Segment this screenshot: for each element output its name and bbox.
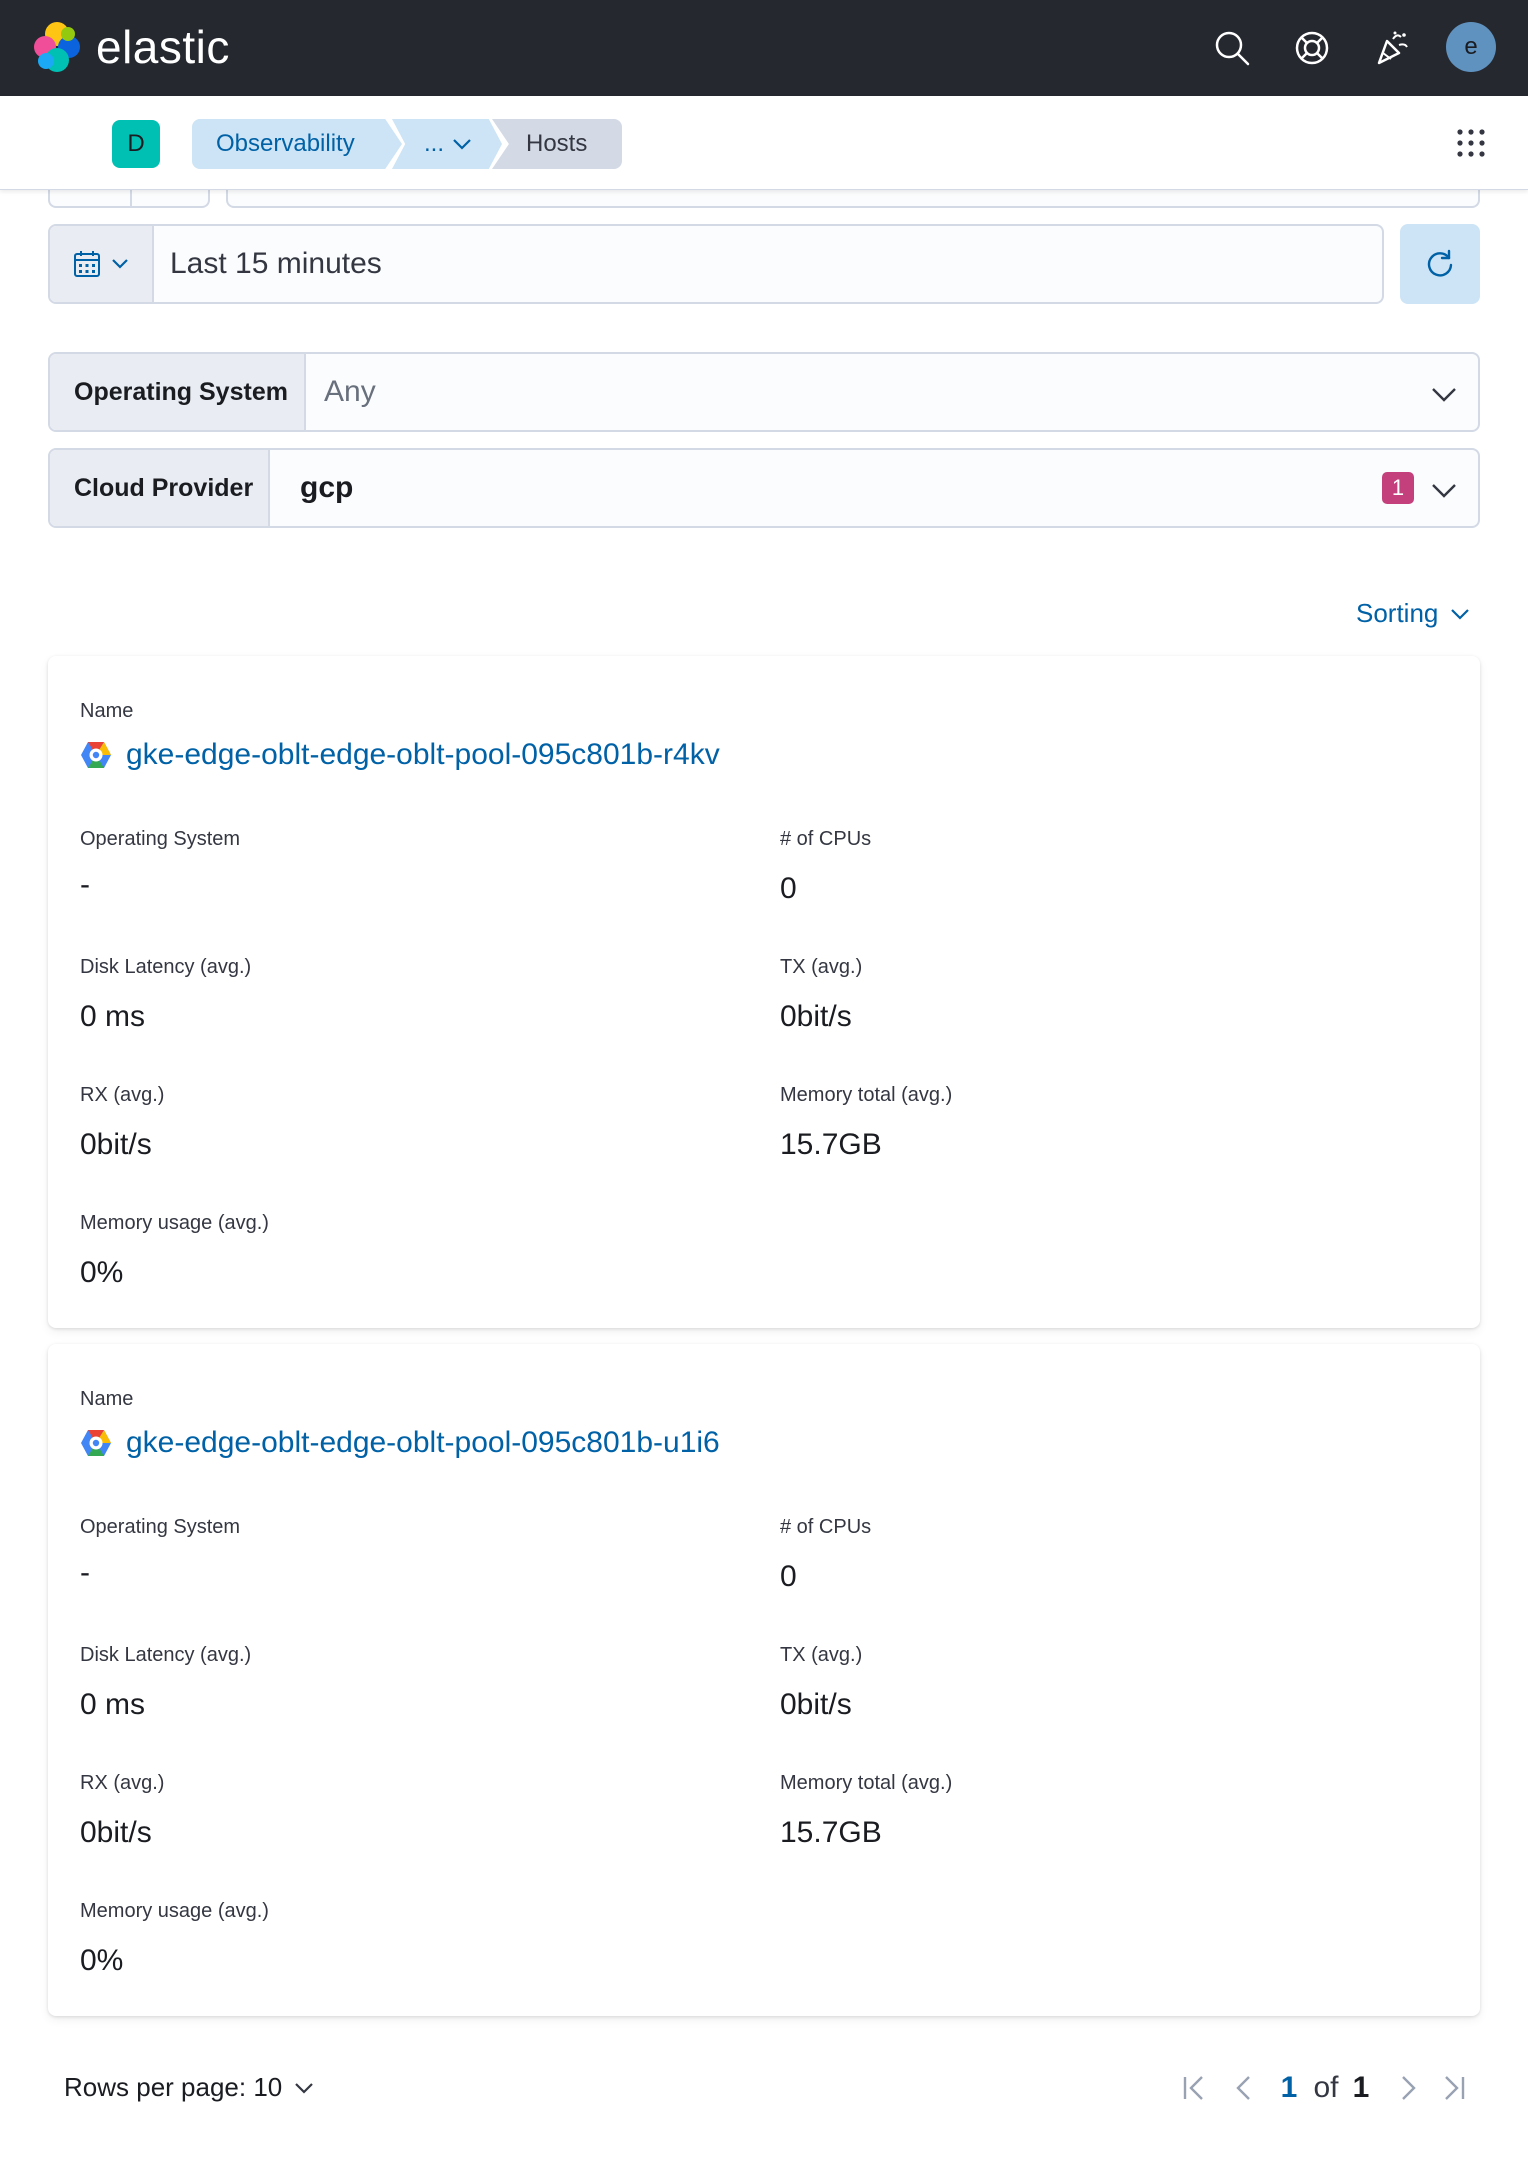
last-page-icon bbox=[1445, 2076, 1465, 2100]
date-range-text[interactable]: Last 15 minutes bbox=[154, 247, 382, 281]
selection-count-badge: 1 bbox=[1382, 472, 1414, 504]
breadcrumb-ellipsis: ... bbox=[424, 130, 445, 157]
memory-total-value: 15.7GB bbox=[780, 1816, 882, 1849]
chevron-down-icon bbox=[453, 139, 471, 150]
app-menu-button[interactable] bbox=[1456, 128, 1486, 163]
chevron-down-icon[interactable] bbox=[1430, 476, 1458, 504]
memory-total-label: Memory total (avg.) bbox=[780, 1772, 953, 1794]
first-page-icon bbox=[1183, 2076, 1203, 2100]
disk-latency-label: Disk Latency (avg.) bbox=[80, 1644, 252, 1666]
help-lifebuoy-icon bbox=[1295, 31, 1329, 65]
filter-value[interactable]: gcp bbox=[270, 471, 1478, 505]
host-name[interactable]: gke-edge-oblt-edge-oblt-pool-095c801b-r4… bbox=[80, 738, 720, 772]
cpus-label: # of CPUs bbox=[780, 828, 872, 850]
chevron-left-icon bbox=[1236, 2076, 1250, 2100]
rx-value: 0bit/s bbox=[80, 1128, 152, 1161]
memory-usage-value: 0% bbox=[80, 1944, 124, 1977]
host-name-link[interactable]: gke-edge-oblt-edge-oblt-pool-095c801b-r4… bbox=[126, 738, 720, 772]
chevron-down-icon[interactable] bbox=[1430, 380, 1458, 408]
first-page-button[interactable] bbox=[1180, 2068, 1208, 2108]
breadcrumb-collapsed[interactable]: ... bbox=[392, 119, 502, 169]
cpus-label: # of CPUs bbox=[780, 1516, 872, 1538]
cpus-value: 0 bbox=[780, 872, 797, 905]
host-name-link[interactable]: gke-edge-oblt-edge-oblt-pool-095c801b-u1… bbox=[126, 1426, 720, 1460]
last-page-button[interactable] bbox=[1440, 2068, 1468, 2108]
sorting-label: Sorting bbox=[1356, 598, 1439, 628]
calendar-icon bbox=[74, 251, 100, 277]
operating-system-filter[interactable]: Operating System Any bbox=[48, 352, 1480, 432]
memory-total-label: Memory total (avg.) bbox=[780, 1084, 953, 1106]
previous-page-button[interactable] bbox=[1230, 2068, 1258, 2108]
gcp-icon bbox=[81, 1430, 111, 1456]
tx-value: 0bit/s bbox=[780, 1000, 852, 1033]
refresh-button[interactable] bbox=[1400, 224, 1480, 304]
chevron-down-icon bbox=[112, 259, 128, 269]
chevron-down-icon bbox=[295, 2082, 314, 2094]
total-pages: 1 bbox=[1352, 2071, 1370, 2104]
host-card: Name gke-edge-oblt-edge-oblt-pool-095c80… bbox=[48, 656, 1480, 1328]
help-button[interactable] bbox=[1292, 28, 1332, 68]
tx-label: TX (avg.) bbox=[780, 956, 863, 978]
rows-per-page-button[interactable]: Rows per page: 10 bbox=[64, 2072, 314, 2103]
cloud-provider-filter[interactable]: Cloud Provider gcp 1 bbox=[48, 448, 1480, 528]
disk-latency-label: Disk Latency (avg.) bbox=[80, 956, 252, 978]
disk-latency-value: 0 ms bbox=[80, 1688, 146, 1721]
gcp-icon bbox=[81, 742, 111, 768]
logo-text: elastic bbox=[96, 21, 230, 73]
filter-label: Cloud Provider bbox=[50, 450, 270, 526]
rx-label: RX (avg.) bbox=[80, 1772, 165, 1794]
os-value: - bbox=[80, 1556, 90, 1589]
cpus-value: 0 bbox=[780, 1560, 797, 1593]
memory-usage-label: Memory usage (avg.) bbox=[80, 1212, 269, 1234]
memory-total-value: 15.7GB bbox=[780, 1128, 882, 1161]
newsfeed-cheer-icon bbox=[1377, 31, 1408, 65]
chevron-down-icon bbox=[1451, 608, 1470, 620]
host-name[interactable]: gke-edge-oblt-edge-oblt-pool-095c801b-u1… bbox=[80, 1426, 720, 1460]
page-of-label: of bbox=[1313, 2071, 1339, 2104]
current-page[interactable]: 1 bbox=[1278, 2068, 1300, 2108]
name-label: Name bbox=[80, 1388, 134, 1410]
user-avatar[interactable]: e bbox=[1446, 22, 1496, 72]
date-picker[interactable]: Last 15 minutes bbox=[48, 224, 1384, 304]
name-label: Name bbox=[80, 700, 134, 722]
newsfeed-button[interactable] bbox=[1372, 28, 1412, 68]
tx-value: 0bit/s bbox=[780, 1688, 852, 1721]
space-selector-avatar[interactable]: D bbox=[112, 120, 160, 168]
quick-select-button[interactable] bbox=[50, 226, 154, 302]
os-value: - bbox=[80, 868, 90, 901]
rx-label: RX (avg.) bbox=[80, 1084, 165, 1106]
apps-grid-icon bbox=[1457, 129, 1485, 157]
top-header: elastic e bbox=[0, 0, 1528, 96]
filter-label: Operating System bbox=[50, 354, 306, 430]
breadcrumb-hosts: Hosts bbox=[492, 119, 622, 169]
rows-per-page-label: Rows per page: 10 bbox=[64, 2072, 283, 2102]
tx-label: TX (avg.) bbox=[780, 1644, 863, 1666]
os-label: Operating System bbox=[80, 828, 241, 850]
chevron-right-icon bbox=[1402, 2076, 1416, 2100]
next-page-button[interactable] bbox=[1394, 2068, 1422, 2108]
breadcrumb-observability[interactable]: Observability bbox=[192, 119, 402, 169]
memory-usage-label: Memory usage (avg.) bbox=[80, 1900, 269, 1922]
filter-value[interactable]: Any bbox=[306, 375, 1478, 409]
disk-latency-value: 0 ms bbox=[80, 1000, 146, 1033]
elastic-logo-icon bbox=[34, 22, 80, 72]
search-button[interactable] bbox=[1212, 28, 1252, 68]
os-label: Operating System bbox=[80, 1516, 241, 1538]
rx-value: 0bit/s bbox=[80, 1816, 152, 1849]
search-icon bbox=[1215, 31, 1250, 66]
host-card: Name gke-edge-oblt-edge-oblt-pool-095c80… bbox=[48, 1344, 1480, 2016]
memory-usage-value: 0% bbox=[80, 1256, 124, 1289]
elastic-logo[interactable]: elastic bbox=[32, 20, 230, 74]
sorting-button[interactable]: Sorting bbox=[1356, 598, 1470, 629]
refresh-icon bbox=[1427, 249, 1453, 277]
